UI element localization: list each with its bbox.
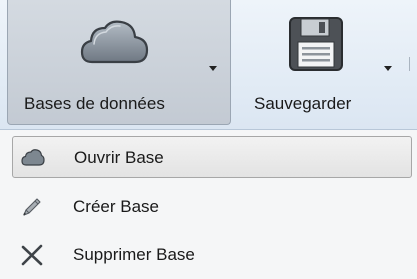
databases-dropdown-menu: Ouvrir Base Créer Base Supprimer Base (0, 130, 417, 279)
save-button[interactable]: Sauvegarder (238, 0, 406, 125)
cloud-icon (21, 149, 45, 166)
pencil-icon (23, 198, 41, 216)
chevron-down-icon[interactable] (384, 66, 392, 71)
cloud-icon (80, 20, 149, 64)
delete-x-icon (21, 244, 43, 266)
menu-item-open-database[interactable]: Ouvrir Base (12, 136, 412, 178)
chevron-down-icon[interactable] (209, 66, 217, 71)
menu-item-label: Créer Base (73, 197, 159, 216)
floppy-disk-icon (289, 17, 343, 71)
ribbon-separator (409, 57, 410, 71)
menu-item-delete-database[interactable]: Supprimer Base (12, 234, 412, 276)
menu-item-create-database[interactable]: Créer Base (12, 186, 412, 228)
save-label: Sauvegarder (254, 94, 352, 113)
menu-item-label: Supprimer Base (73, 245, 195, 264)
ribbon-toolbar: Bases de données Sauvegarder (0, 0, 417, 130)
databases-button[interactable]: Bases de données (7, 0, 231, 125)
menu-item-label: Ouvrir Base (74, 148, 164, 167)
databases-label: Bases de données (24, 94, 165, 113)
